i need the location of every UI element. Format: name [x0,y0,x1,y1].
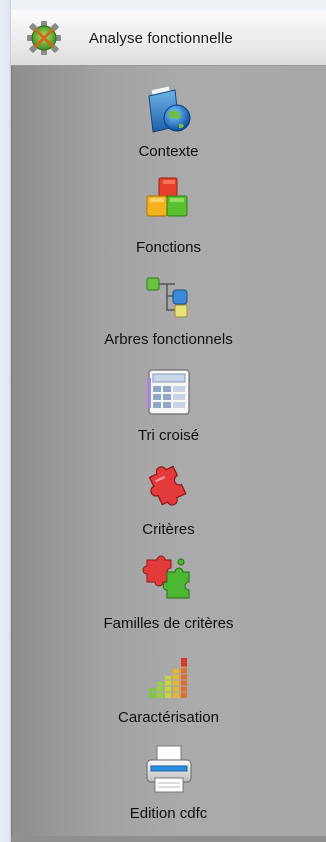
red-puzzle-icon [148,465,187,506]
menu-item-label: Edition cdfc [129,805,208,822]
printer-icon [146,745,191,793]
menu-item-fonctions[interactable]: Fonctions [11,174,326,262]
app-window: Analyse fonctionnelle Contexte Fonctions… [0,0,326,842]
calculator-sheet-icon [146,369,190,415]
level-bars-icon [146,658,189,698]
menu-item-caracterisation[interactable]: Caractérisation [11,648,326,736]
menu-item-label: Fonctions [135,239,202,256]
menu-item-edition-cdfc[interactable]: Edition cdfc [11,742,326,830]
menu-item-familles-de-criteres[interactable]: Familles de critères [11,552,326,640]
panel-title: Analyse fonctionnelle [89,30,233,47]
menu-item-label: Contexte [138,143,199,160]
menu-item-label: Familles de critères [103,615,234,632]
menu-item-label: Critères [142,521,195,538]
cubes-icon [146,177,187,217]
puzzle-pieces-icon [142,555,189,599]
menu-item-criteres[interactable]: Critères [11,458,326,546]
window-left-border [0,0,11,842]
menu-item-label: Arbres fonctionnels [104,331,233,348]
menu-item-label: Caractérisation [118,709,219,726]
panel-bottom-edge [11,836,326,842]
analysis-gear-icon [27,21,61,55]
menu-item-tri-croise[interactable]: Tri croisé [11,364,326,452]
menu-item-arbres-fonctionnels[interactable]: Arbres fonctionnels [11,270,326,358]
globe-folder-icon [147,85,190,133]
tree-icon [146,277,187,318]
panel-header[interactable]: Analyse fonctionnelle [11,10,326,66]
menu-item-label: Tri croisé [137,427,200,444]
menu-item-contexte[interactable]: Contexte [11,82,326,170]
